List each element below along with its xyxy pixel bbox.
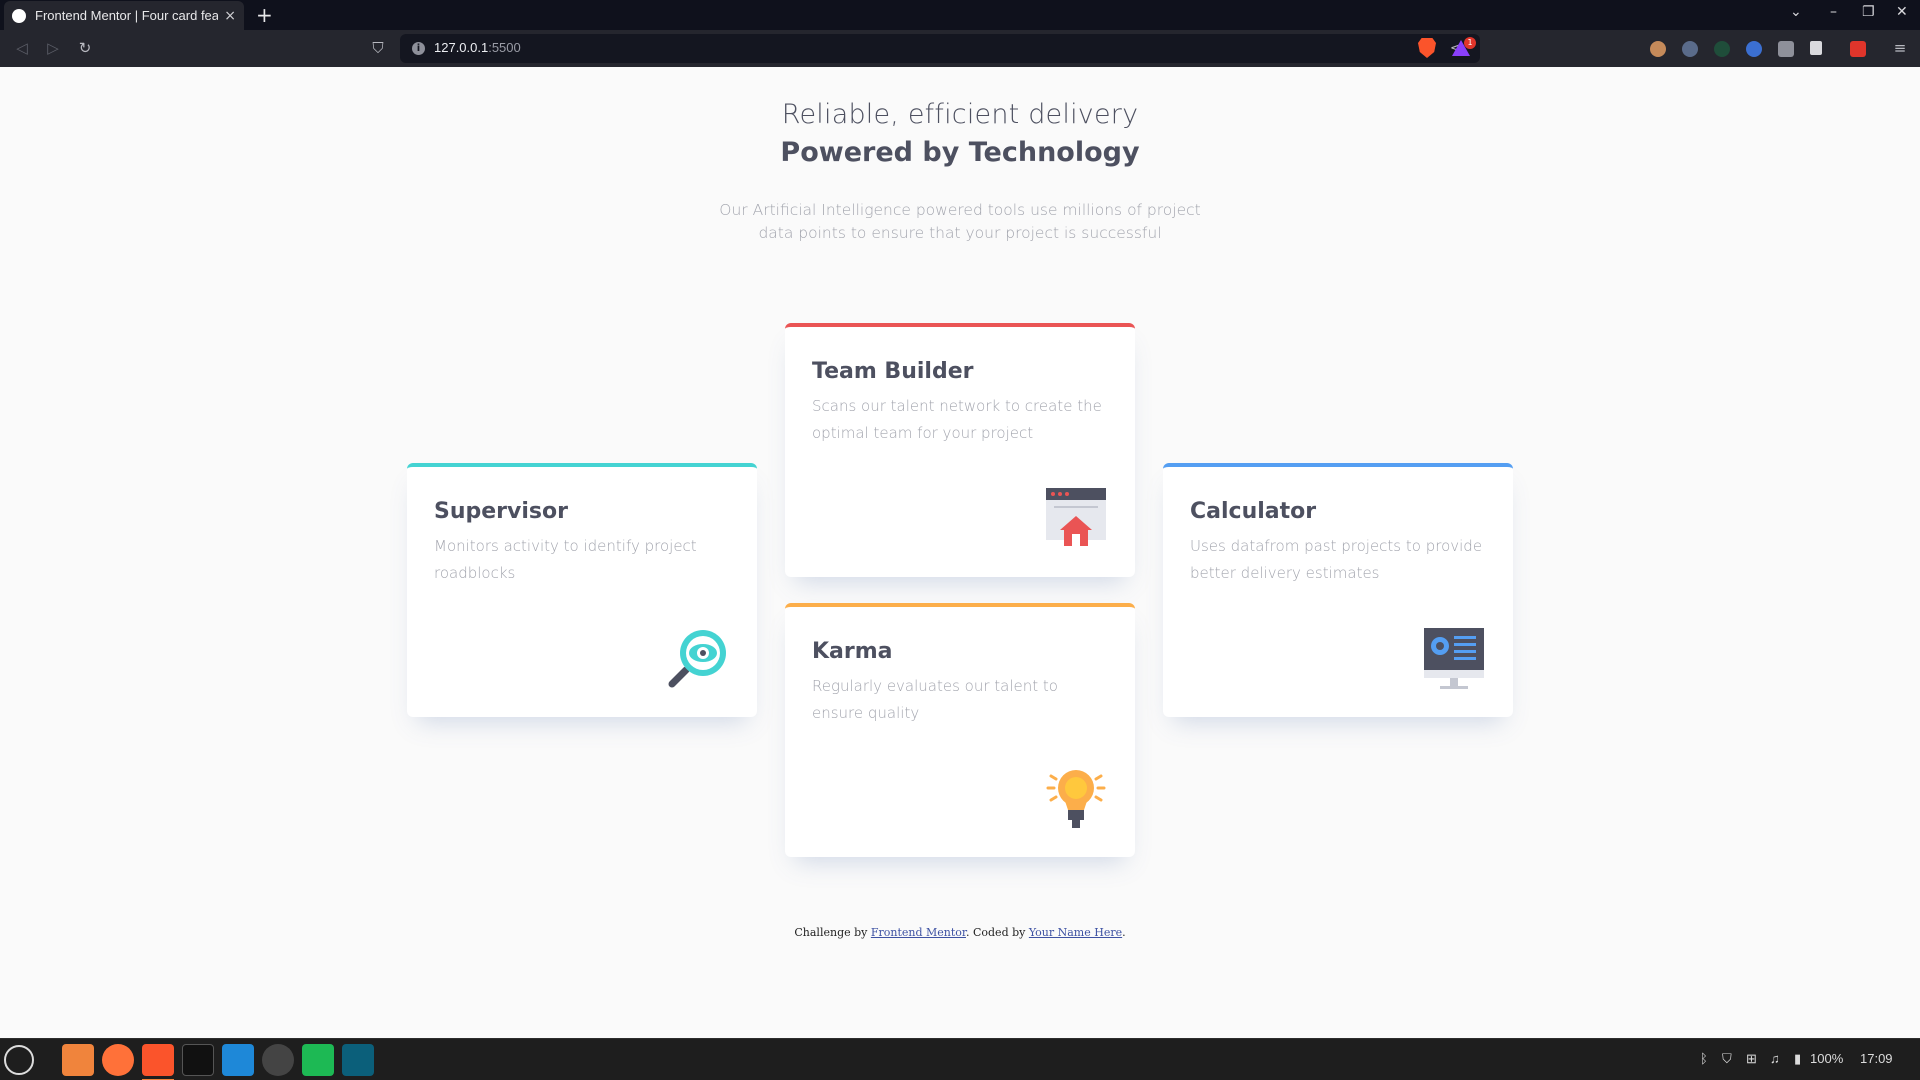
card-description: Uses datafrom past projects to provide b… (1190, 537, 1483, 582)
obs-app-icon[interactable] (262, 1044, 294, 1076)
browser-toolbar: ◁ ▷ ↻ ⛉ i 127.0.0.1:5500 ⋖ (0, 30, 1920, 67)
terminal-app-icon[interactable] (182, 1044, 214, 1076)
react-devtools-icon[interactable] (1682, 41, 1698, 57)
browser-window-icon (1046, 488, 1106, 546)
heading-bold: Powered by Technology (780, 137, 1140, 168)
page-content: Reliable, efficient delivery Powered by … (0, 67, 1920, 1038)
lightbulb-icon (1046, 770, 1106, 828)
browser-tab-bar: Frontend Mentor | Four card feature sect… (0, 0, 1920, 30)
window-app-icon[interactable] (342, 1044, 374, 1076)
card-supervisor: Supervisor Monitors activity to identify… (407, 463, 757, 717)
extension-icon[interactable] (1746, 41, 1762, 57)
shield-icon[interactable]: ⛉ (1722, 1051, 1732, 1067)
close-window-button[interactable]: ✕ (1896, 4, 1908, 20)
card-description: Monitors activity to identify project ro… (434, 537, 697, 582)
card-calculator: Calculator Uses datafrom past projects t… (1163, 463, 1513, 717)
extension-icon[interactable] (1650, 41, 1666, 57)
card-karma: Karma Regularly evaluates our talent to … (785, 603, 1135, 857)
heading-light: Reliable, efficient delivery (781, 99, 1139, 130)
monitor-icon (1424, 628, 1484, 689)
intro-text: Our Artificial Intelligence powered tool… (719, 201, 1201, 242)
card-description: Regularly evaluates our talent to ensure… (812, 677, 1058, 722)
network-icon[interactable]: ⊞ (1746, 1051, 1757, 1067)
browser-tab[interactable]: Frontend Mentor | Four card feature sect… (4, 1, 244, 30)
card-title: Supervisor (434, 499, 568, 524)
music-icon[interactable]: ♫ (1770, 1051, 1780, 1066)
footer-suffix: . (1122, 926, 1126, 939)
card-description: Scans our talent network to create the o… (812, 397, 1102, 442)
clock[interactable]: 17:09 (1860, 1051, 1893, 1066)
url-host: 127.0.0.1 (434, 40, 489, 55)
back-icon[interactable]: ◁ (12, 38, 32, 58)
footer-middle: . Coded by (965, 926, 1029, 939)
sidebar-icon[interactable] (1810, 41, 1822, 55)
battery-icon[interactable]: ▮ (1794, 1051, 1801, 1067)
frontend-mentor-link[interactable]: Frontend Mentor (871, 926, 966, 939)
wallet-icon[interactable] (1850, 41, 1866, 57)
site-info-icon[interactable]: i (412, 42, 425, 55)
extension-icon[interactable] (1714, 41, 1730, 57)
files-app-icon[interactable] (62, 1044, 94, 1076)
magnifier-eye-icon (668, 630, 726, 688)
rewards-badge: 1 (1464, 37, 1476, 49)
forward-icon[interactable]: ▷ (43, 38, 63, 58)
attribution-footer: Challenge by Frontend Mentor. Coded by Y… (0, 926, 1920, 939)
card-title: Team Builder (812, 359, 974, 384)
card-title: Karma (812, 639, 893, 664)
restore-button[interactable]: ❐ (1862, 4, 1875, 20)
vscode-app-icon[interactable] (222, 1044, 254, 1076)
url-port: :5500 (488, 40, 521, 55)
card-title: Calculator (1190, 499, 1317, 524)
extensions-puzzle-icon[interactable] (1778, 41, 1794, 57)
close-tab-icon[interactable]: × (224, 8, 236, 24)
tab-title: Frontend Mentor | Four card feature sect… (35, 8, 219, 23)
favicon-icon (12, 8, 26, 23)
mint-menu-icon[interactable] (4, 1045, 34, 1075)
address-bar[interactable]: i 127.0.0.1:5500 ⋖ (400, 34, 1480, 63)
menu-icon[interactable]: ≡ (1890, 38, 1910, 58)
firefox-app-icon[interactable] (102, 1044, 134, 1076)
bluetooth-icon[interactable]: ᛒ (1700, 1051, 1708, 1066)
reload-icon[interactable]: ↻ (75, 38, 95, 58)
brave-app-icon[interactable] (142, 1044, 174, 1080)
card-team-builder: Team Builder Scans our talent network to… (785, 323, 1135, 577)
spotify-app-icon[interactable] (302, 1044, 334, 1076)
tab-search-button[interactable]: ⌄ (1790, 4, 1802, 20)
bookmark-icon[interactable]: ⛉ (368, 38, 388, 58)
new-tab-button[interactable]: + (256, 3, 273, 27)
battery-percent: 100% (1810, 1051, 1844, 1066)
url-text[interactable]: 127.0.0.1:5500 (434, 40, 521, 55)
author-link[interactable]: Your Name Here (1029, 926, 1122, 939)
taskbar: ᛒ ⛉ ⊞ ♫ ▮ 100% 17:09 (0, 1038, 1920, 1080)
footer-prefix: Challenge by (794, 926, 871, 939)
minimize-button[interactable]: – (1830, 4, 1837, 20)
